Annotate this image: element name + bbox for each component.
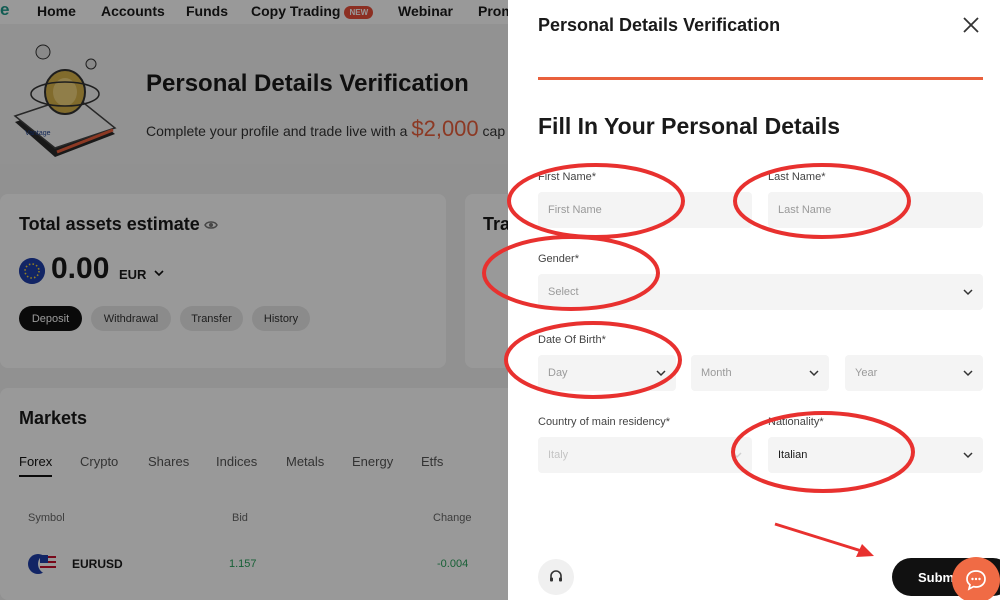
dob-year-placeholder: Year [855, 367, 878, 379]
last-name-field[interactable]: Last Name [768, 192, 983, 228]
form-heading: Fill In Your Personal Details [538, 113, 841, 139]
gender-label: Gender* [538, 253, 579, 265]
chevron-down-icon [656, 370, 666, 377]
modal-backdrop[interactable] [0, 0, 508, 600]
close-icon[interactable] [960, 14, 982, 36]
first-name-field[interactable]: First Name [538, 192, 752, 228]
dob-day-placeholder: Day [548, 367, 568, 379]
nationality-select[interactable]: Italian [768, 437, 983, 473]
dob-day-select[interactable]: Day [538, 355, 676, 391]
chevron-down-icon [963, 370, 973, 377]
chat-button[interactable] [952, 557, 1000, 600]
drawer-title: Personal Details Verification [538, 15, 781, 35]
support-button[interactable] [538, 559, 574, 595]
last-name-label: Last Name* [768, 171, 826, 183]
first-name-label: First Name* [538, 171, 597, 183]
accent-divider [538, 77, 983, 80]
gender-placeholder: Select [548, 286, 579, 298]
dob-year-select[interactable]: Year [845, 355, 983, 391]
chevron-down-icon [963, 452, 973, 459]
country-select: Italy [538, 437, 752, 473]
country-value: Italy [548, 449, 569, 461]
nationality-value: Italian [778, 449, 808, 461]
chat-icon [966, 570, 986, 591]
nationality-label: Nationality* [768, 416, 824, 428]
dob-label: Date Of Birth* [538, 334, 606, 346]
verification-drawer: Personal Details Verification Fill In Yo… [508, 0, 1000, 600]
dob-month-placeholder: Month [701, 367, 732, 379]
first-name-placeholder: First Name [548, 204, 602, 216]
last-name-placeholder: Last Name [778, 204, 832, 216]
headset-icon [550, 570, 562, 582]
country-label: Country of main residency* [538, 416, 671, 428]
gender-select[interactable]: Select [538, 274, 983, 310]
chevron-down-icon [809, 370, 819, 377]
dob-month-select[interactable]: Month [691, 355, 829, 391]
chevron-down-icon [963, 289, 973, 296]
chevron-down-icon [732, 452, 742, 459]
